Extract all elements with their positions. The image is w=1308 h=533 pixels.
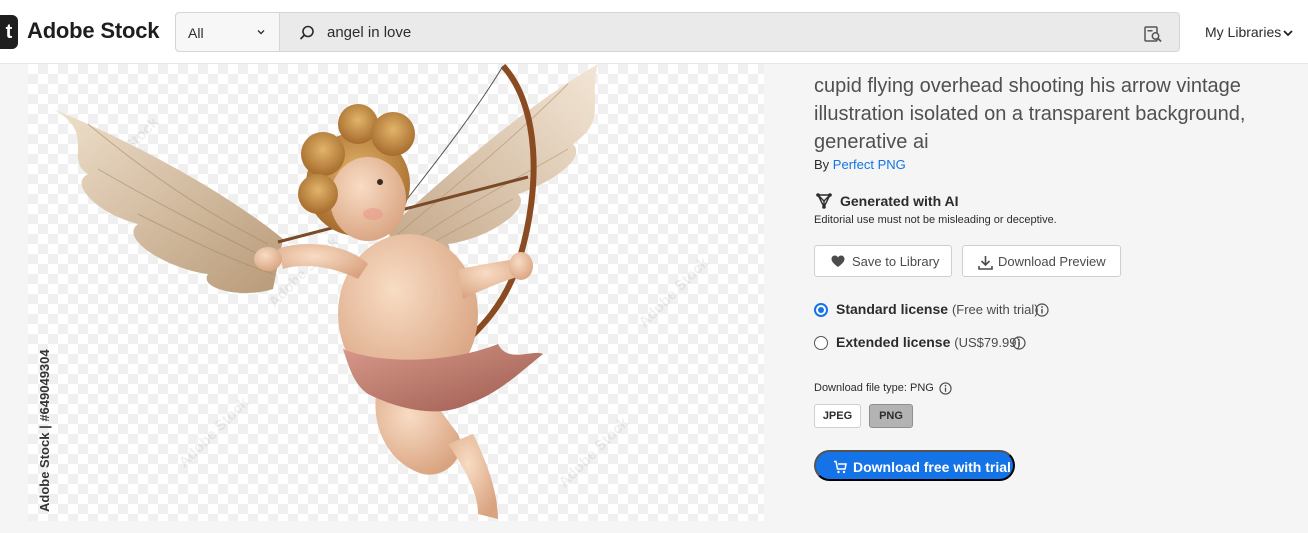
my-libraries-menu[interactable]: My Libraries [1205, 24, 1281, 40]
info-icon[interactable] [1012, 336, 1026, 350]
brand-logo-text[interactable]: Adobe Stock [27, 18, 159, 44]
generated-with-ai-label: Generated with AI [840, 193, 959, 209]
save-to-library-button[interactable]: Save to Library [814, 245, 952, 277]
byline-prefix: By [814, 157, 833, 172]
search-category-dropdown[interactable]: All [176, 13, 280, 51]
visual-search-icon[interactable] [1143, 24, 1163, 44]
cart-download-icon [834, 460, 847, 474]
info-icon[interactable] [1035, 303, 1049, 317]
extended-license-radio[interactable] [814, 336, 828, 350]
download-free-with-trial-label: Download free with trial [853, 459, 1011, 475]
search-icon [299, 25, 314, 40]
save-to-library-label: Save to Library [852, 254, 940, 269]
download-preview-button[interactable]: Download Preview [962, 245, 1121, 277]
asset-byline: By Perfect PNG [814, 157, 906, 172]
adobe-logo-icon[interactable]: t [0, 15, 18, 49]
generative-ai-icon [816, 193, 832, 209]
file-type-png-button[interactable]: PNG [869, 404, 913, 428]
cupid-illustration [53, 64, 598, 519]
file-type-label: Download file type: PNG [814, 382, 934, 394]
info-icon[interactable] [939, 382, 952, 395]
heart-icon [831, 255, 845, 267]
editorial-use-note: Editorial use must not be misleading or … [814, 214, 1057, 226]
author-link[interactable]: Perfect PNG [833, 157, 906, 172]
extended-license-detail: (US$79.99) [954, 335, 1021, 350]
search-category-label: All [188, 25, 204, 41]
standard-license-detail: (Free with trial) [951, 302, 1039, 317]
extended-license-name: Extended license [836, 334, 951, 350]
standard-license-radio[interactable] [814, 303, 828, 317]
download-icon [978, 256, 993, 270]
search-bar: All angel in love [175, 12, 1180, 52]
asset-image-preview[interactable]: Adobe Stock Adobe Stock Adobe Stock Adob… [28, 64, 764, 521]
asset-title: cupid flying overhead shooting his arrow… [814, 75, 1246, 153]
extended-license-option[interactable]: Extended license (US$79.99) [836, 334, 1021, 350]
top-header: t Adobe Stock All angel in love My Libra… [0, 0, 1308, 64]
standard-license-name: Standard license [836, 301, 949, 317]
file-type-jpeg-button[interactable]: JPEG [814, 404, 861, 428]
download-free-with-trial-button[interactable]: Download free with trial [814, 450, 1015, 481]
search-input[interactable]: angel in love [327, 24, 411, 41]
standard-license-option[interactable]: Standard license (Free with trial) [836, 301, 1039, 317]
chevron-down-icon[interactable] [1282, 27, 1294, 39]
chevron-down-icon [257, 30, 265, 35]
download-preview-label: Download Preview [998, 254, 1106, 269]
image-watermark-id: Adobe Stock | #649049304 [37, 349, 52, 512]
